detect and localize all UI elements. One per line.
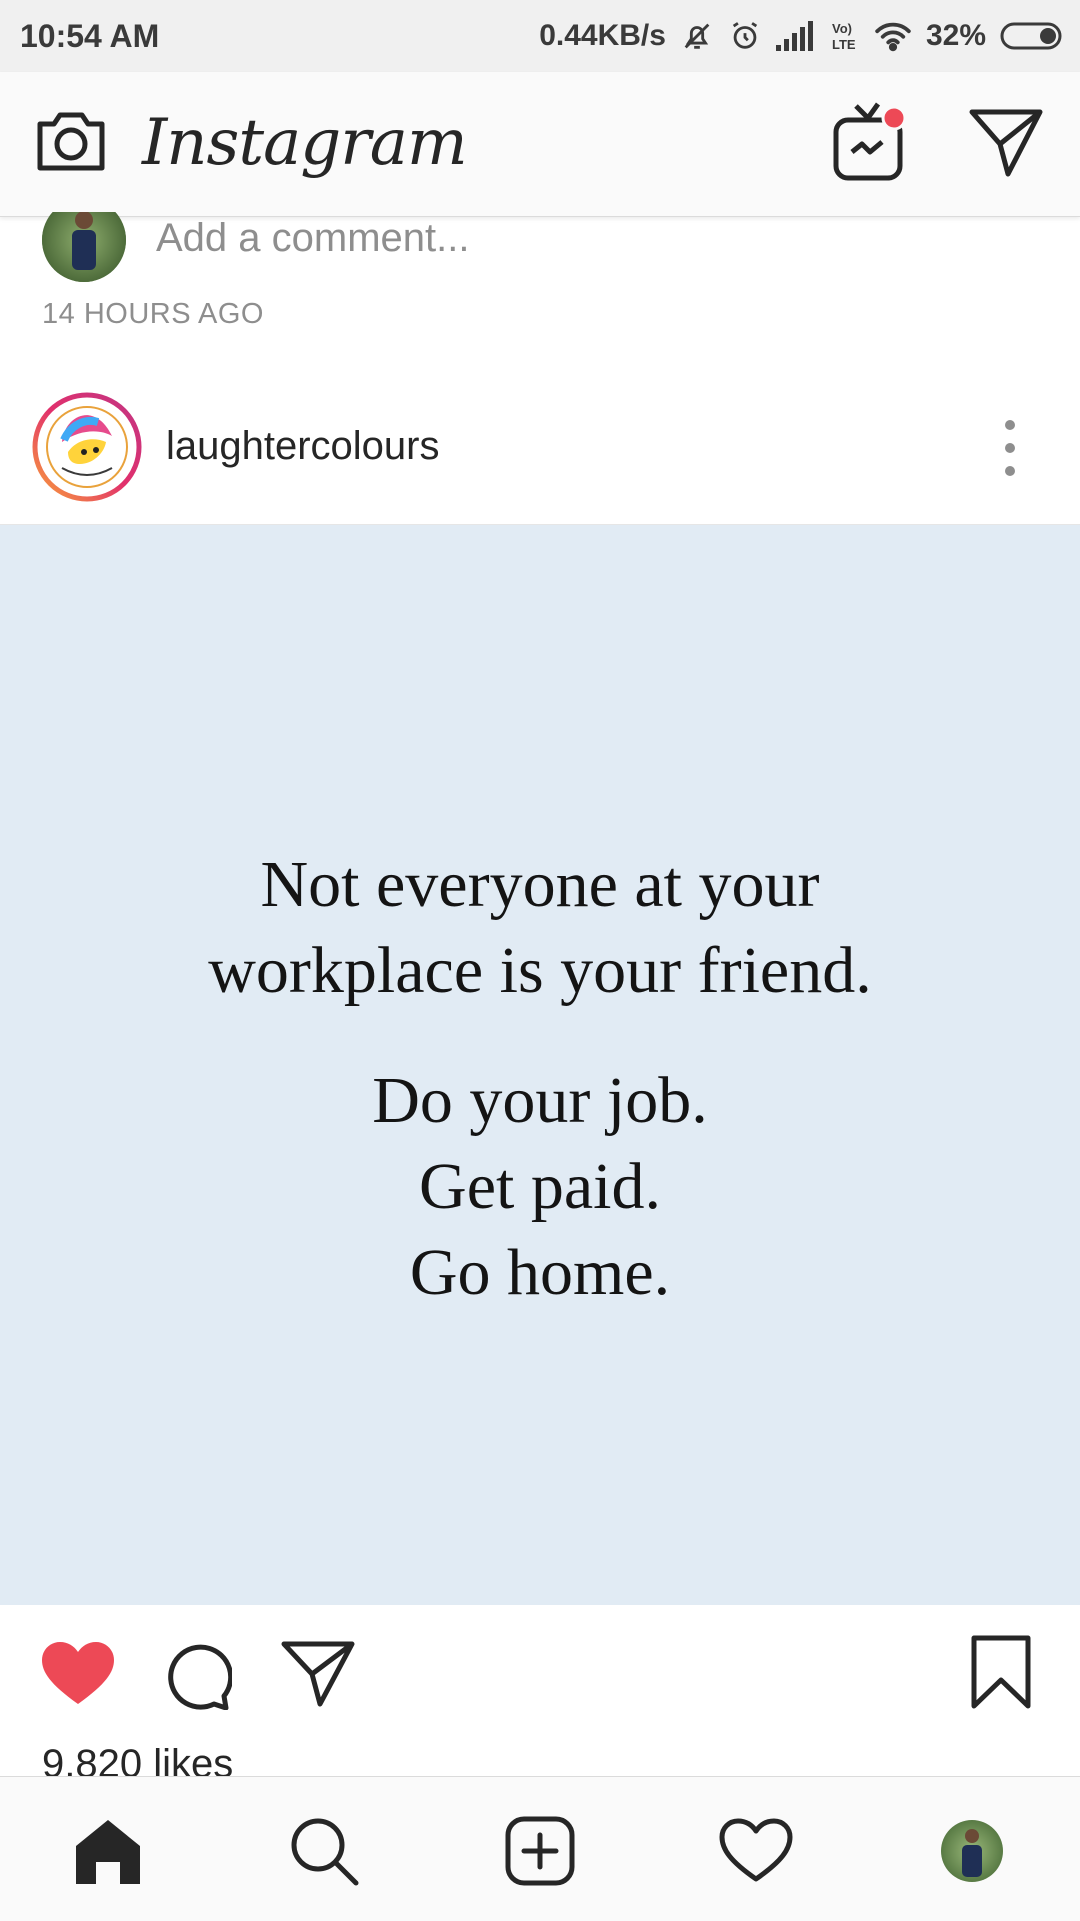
igtv-icon[interactable]	[828, 96, 920, 186]
app-header: Instagram	[0, 72, 1080, 217]
nav-activity[interactable]	[718, 1813, 794, 1889]
volte-icon: Vo) LTE	[832, 21, 856, 52]
search-icon	[291, 1818, 359, 1886]
comment-icon[interactable]	[160, 1638, 232, 1710]
direct-message-icon[interactable]	[968, 106, 1044, 178]
battery-icon	[1000, 22, 1062, 50]
instagram-logo[interactable]: Instagram	[142, 106, 468, 180]
wifi-icon	[875, 22, 911, 52]
profile-avatar	[941, 1820, 1003, 1882]
commenter-avatar[interactable]	[42, 212, 126, 282]
quote-line: Not everyone at your	[260, 848, 820, 921]
nav-new-post[interactable]	[502, 1813, 578, 1889]
signal-icon	[775, 21, 813, 51]
quote-line: Do your job.	[372, 1064, 708, 1137]
activity-icon	[719, 1818, 793, 1882]
quote-line: Go home.	[409, 1236, 671, 1309]
svg-text:Vo): Vo)	[832, 21, 852, 36]
quote-line: Get paid.	[419, 1150, 661, 1223]
home-icon	[76, 1820, 140, 1884]
post-image[interactable]: Not everyone at your workplace is your f…	[0, 524, 1080, 1605]
status-bar: 10:54 AM 0.44KB/s Vo) LTE 32%	[0, 0, 1080, 72]
bookmark-icon[interactable]	[968, 1634, 1034, 1710]
svg-text:LTE: LTE	[832, 37, 856, 52]
more-options-button[interactable]	[990, 420, 1030, 476]
notification-dot	[881, 105, 907, 131]
quote-line: workplace is your friend.	[208, 934, 872, 1007]
mute-icon	[684, 23, 710, 49]
dot-icon	[1005, 420, 1015, 430]
battery-percent: 32%	[925, 19, 986, 52]
add-comment-input[interactable]: Add a comment...	[156, 216, 469, 261]
alarm-icon	[732, 22, 758, 49]
post-timestamp: 14 HOURS AGO	[42, 298, 264, 330]
dot-icon	[1005, 443, 1015, 453]
post-username[interactable]: laughtercolours	[166, 424, 440, 469]
network-speed: 0.44KB/s	[539, 19, 666, 52]
status-time: 10:54 AM	[20, 18, 160, 54]
nav-profile[interactable]	[934, 1813, 1010, 1889]
bottom-nav	[0, 1776, 1080, 1921]
post-author-avatar[interactable]	[32, 392, 142, 502]
camera-icon[interactable]	[34, 106, 108, 174]
new-post-icon	[505, 1816, 575, 1886]
nav-home[interactable]	[70, 1813, 146, 1889]
share-icon[interactable]	[280, 1638, 356, 1708]
dot-icon	[1005, 466, 1015, 476]
heart-icon[interactable]	[40, 1640, 116, 1708]
status-indicators: 0.44KB/s Vo) LTE 32%	[539, 14, 1066, 58]
nav-search[interactable]	[286, 1813, 362, 1889]
